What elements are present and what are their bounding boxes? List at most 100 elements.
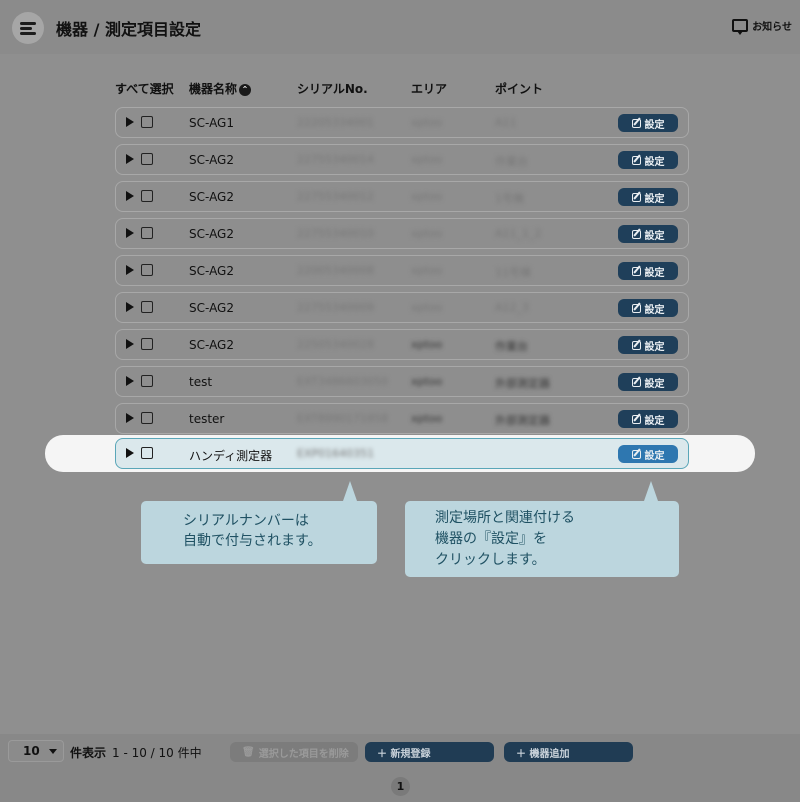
device-name-header[interactable]: 機器名称 ⌃: [189, 80, 252, 97]
edit-icon: [631, 192, 641, 202]
edit-icon: [631, 118, 641, 128]
serial-callout-line-1: シリアルナンバーは: [183, 513, 309, 529]
row-checkbox[interactable]: [141, 301, 153, 313]
new-register-button[interactable]: ＋ 新規登録: [365, 742, 494, 762]
serial-number: EXP01640351: [297, 447, 375, 460]
page-size-value: 10: [23, 744, 40, 758]
setting-button[interactable]: 設定: [618, 410, 678, 428]
setting-label: 設定: [644, 156, 665, 168]
table-row: SC-AG2 22505340028 xptoo 作業台 設定: [115, 329, 689, 360]
expand-icon[interactable]: [126, 265, 134, 275]
setting-label: 設定: [644, 415, 665, 427]
pagination-page[interactable]: 1: [391, 777, 410, 796]
edit-icon: [631, 449, 641, 459]
edit-icon: [631, 155, 641, 165]
setting-button[interactable]: 設定: [618, 262, 678, 280]
expand-icon[interactable]: [126, 191, 134, 201]
setting-button[interactable]: 設定: [618, 336, 678, 354]
setting-button[interactable]: 設定: [618, 445, 678, 463]
setting-label: 設定: [644, 378, 665, 390]
chevron-down-icon: [49, 749, 57, 754]
row-checkbox[interactable]: [141, 338, 153, 350]
page-title: 機器 / 測定項目設定: [56, 20, 201, 39]
row-checkbox[interactable]: [141, 264, 153, 276]
device-name: test: [189, 375, 213, 389]
table-row: test EXT3486603050 xptoo 外部測定器 設定: [115, 366, 689, 397]
setting-callout-line-3: クリックします。: [435, 552, 546, 568]
point-value: 1号機: [495, 192, 524, 205]
device-name: ハンディ測定器: [189, 449, 273, 463]
area-value: xptoo: [411, 264, 443, 277]
device-name: SC-AG2: [189, 153, 234, 167]
setting-button[interactable]: 設定: [618, 373, 678, 391]
expand-icon[interactable]: [126, 154, 134, 164]
delete-selected-button[interactable]: 🗑 選択した項目を削除: [230, 742, 358, 762]
area-value: xptoo: [411, 116, 443, 129]
setting-label: 設定: [644, 304, 665, 316]
expand-icon[interactable]: [126, 228, 134, 238]
setting-callout-line-2: 機器の『設定』を: [435, 531, 547, 547]
edit-icon: [631, 414, 641, 424]
expand-icon[interactable]: [126, 448, 134, 458]
expand-icon[interactable]: [126, 413, 134, 423]
serial-callout: シリアルナンバーは 自動で付与されます。: [141, 481, 377, 564]
table-row: SC-AG2 22005340008 xptoo 11号棟 設定: [115, 255, 689, 286]
edit-icon: [631, 377, 641, 387]
area-value: xptoo: [411, 301, 443, 314]
table-row: SC-AG1 22205334001 xptoo A11 設定: [115, 107, 689, 138]
point-value: A12_3: [495, 301, 530, 314]
row-checkbox[interactable]: [141, 190, 153, 202]
setting-label: 設定: [644, 267, 665, 279]
select-all-header[interactable]: すべて選択: [115, 80, 174, 97]
point-value: 外部測定器: [495, 377, 550, 390]
row-checkbox[interactable]: [141, 375, 153, 387]
table-row: SC-AG2 22755340012 xptoo 1号機 設定: [115, 181, 689, 212]
setting-button[interactable]: 設定: [618, 151, 678, 169]
result-range: 1 - 10 / 10 件中: [112, 746, 202, 760]
row-checkbox[interactable]: [141, 447, 153, 459]
edit-icon: [631, 229, 641, 239]
area-value: xptoo: [411, 153, 443, 166]
expand-icon[interactable]: [126, 117, 134, 127]
point-value: 作業台: [495, 155, 528, 168]
device-name-header-label: 機器名称: [189, 82, 238, 96]
table-row: tester EXT8990171858 xptoo 外部測定器 設定: [115, 403, 689, 434]
device-name: SC-AG2: [189, 338, 234, 352]
device-name: tester: [189, 412, 225, 426]
page-size-select[interactable]: 10: [8, 740, 64, 762]
row-checkbox[interactable]: [141, 153, 153, 165]
point-value: A11: [495, 116, 517, 129]
add-device-button[interactable]: ＋ 機器追加: [504, 742, 633, 762]
point-header: ポイント: [495, 82, 544, 96]
device-name: SC-AG2: [189, 227, 234, 241]
setting-button[interactable]: 設定: [618, 188, 678, 206]
trash-icon: 🗑: [242, 746, 255, 758]
serial-callout-line-2: 自動で付与されます。: [183, 533, 322, 549]
point-value: 11号棟: [495, 266, 531, 279]
setting-button[interactable]: 設定: [618, 299, 678, 317]
row-checkbox[interactable]: [141, 116, 153, 128]
point-value: 外部測定器: [495, 414, 550, 427]
row-checkbox[interactable]: [141, 227, 153, 239]
serial-number: 22505340028: [297, 338, 374, 351]
expand-icon[interactable]: [126, 339, 134, 349]
expand-icon[interactable]: [126, 302, 134, 312]
serial-number: 22005340008: [297, 264, 374, 277]
menu-icon[interactable]: [12, 12, 44, 44]
device-name: SC-AG2: [189, 264, 234, 278]
serial-number: EXT3486603050: [297, 375, 388, 388]
serial-number: EXT8990171858: [297, 412, 388, 425]
serial-number: 22755340009: [297, 301, 374, 314]
expand-icon[interactable]: [126, 376, 134, 386]
edit-icon: [631, 303, 641, 313]
notice-button[interactable]: お知らせ: [732, 18, 792, 35]
row-checkbox[interactable]: [141, 412, 153, 424]
serial-number: 22755340012: [297, 190, 374, 203]
delete-selected-label: 選択した項目を削除: [258, 748, 349, 760]
setting-button[interactable]: 設定: [618, 114, 678, 132]
setting-button[interactable]: 設定: [618, 225, 678, 243]
sort-up-icon[interactable]: ⌃: [239, 83, 252, 96]
setting-callout: 測定場所と関連付ける 機器の『設定』を クリックします。: [405, 481, 679, 577]
app-header: 機器 / 測定項目設定 お知らせ: [0, 0, 800, 54]
setting-label: 設定: [644, 193, 665, 205]
